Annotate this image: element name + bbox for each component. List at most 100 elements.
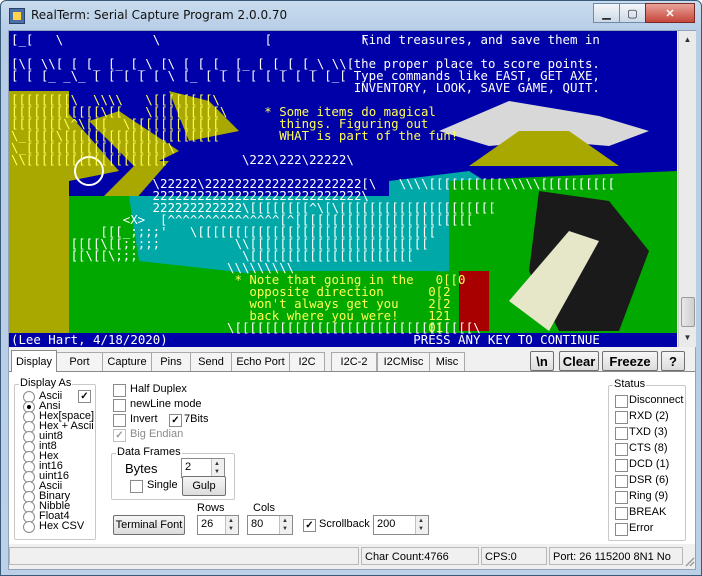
status-indicator[interactable] <box>615 507 628 520</box>
terminal-line: [ [ [_ _\_ [ [ [ [ [ \ [_ [ [ [ [ [ [ [ … <box>11 68 347 83</box>
status-indicator-label: DSR (6) <box>629 474 669 486</box>
title-bar[interactable]: RealTerm: Serial Capture Program 2.0.0.7… <box>1 1 701 29</box>
tab-i2c-2[interactable]: I2C-2 <box>331 352 377 371</box>
status-indicator[interactable] <box>615 491 628 504</box>
newline-mode-label: newLine mode <box>130 398 202 410</box>
half-duplex-checkbox[interactable] <box>113 384 126 397</box>
cols-spinner[interactable]: 80 ▲ ▼ <box>247 515 293 535</box>
gulp-button[interactable]: Gulp <box>182 476 226 496</box>
clear-button[interactable]: Clear <box>559 351 599 371</box>
cps: CPS:0 <box>481 547 547 565</box>
status-bar: Char Count:4766 CPS:0 Port: 26 115200 8N… <box>9 545 695 567</box>
tab-port[interactable]: Port <box>56 352 103 371</box>
status-indicator-label: BREAK <box>629 506 667 518</box>
newline-mode-checkbox[interactable] <box>113 399 126 412</box>
tab-i2cmisc[interactable]: I2CMisc <box>377 352 430 371</box>
close-icon: ✕ <box>665 7 675 20</box>
tab-misc[interactable]: Misc <box>429 352 465 371</box>
big-endian-label: Big Endian <box>130 428 184 440</box>
close-button[interactable]: ✕ <box>645 3 695 23</box>
tab-echo-port[interactable]: Echo Port <box>231 352 290 371</box>
app-icon <box>9 8 25 24</box>
client-area: [_[ \ \ [ \ Find treasures, and save the… <box>8 30 696 570</box>
data-frames-label: Data Frames <box>116 446 182 458</box>
big-endian-checkbox[interactable]: ✓ <box>113 429 126 442</box>
rows-label: Rows <box>197 502 225 514</box>
minimize-icon: ▁ <box>602 7 611 20</box>
invert-checkbox[interactable] <box>113 414 126 427</box>
bytes-value: 2 <box>185 461 192 473</box>
char-count: Char Count:4766 <box>361 547 479 565</box>
window: RealTerm: Serial Capture Program 2.0.0.7… <box>0 0 702 576</box>
tab-display[interactable]: Display <box>11 350 57 372</box>
display-panel: Display As ✓ Ascii Ansi Hex[space] Hex + As… <box>9 371 695 544</box>
terminal-screen[interactable]: [_[ \ \ [ \ Find treasures, and save the… <box>9 31 677 347</box>
cols-label: Cols <box>253 502 276 514</box>
spin-up-icon[interactable]: ▲ <box>418 518 424 524</box>
tab-pins[interactable]: Pins <box>151 352 191 371</box>
spin-up-icon[interactable]: ▲ <box>228 518 234 524</box>
terminal-line: INVENTORY, LOOK, SAVE GAME, QUIT. <box>353 80 600 95</box>
terminal-line: Find treasures, and save them in <box>361 32 600 47</box>
resize-grip-icon[interactable] <box>683 555 695 567</box>
status-indicator-label: Error <box>629 522 654 534</box>
status-indicator[interactable] <box>615 443 628 456</box>
status-indicator-label: DCD (1) <box>629 458 670 470</box>
minimize-button[interactable]: ▁ <box>593 3 620 23</box>
scrollback-label: Scrollback <box>319 518 370 530</box>
status-indicator[interactable] <box>615 475 628 488</box>
bytes-label: Bytes <box>125 461 158 476</box>
invert-label: Invert <box>130 413 158 425</box>
help-button[interactable]: ? <box>661 351 685 371</box>
status-indicator-label: Ring (9) <box>629 490 669 502</box>
status-indicator[interactable] <box>615 411 628 424</box>
scroll-thumb[interactable] <box>681 297 695 327</box>
tab-bar: Display Port Capture Pins Send Echo Port… <box>9 350 695 372</box>
bytes-spinner[interactable]: 2 ▲ ▼ <box>181 458 225 478</box>
maximize-icon: ▢ <box>627 7 638 20</box>
spin-up-icon[interactable]: ▲ <box>282 518 288 524</box>
spin-down-icon[interactable]: ▼ <box>418 526 424 532</box>
status-indicator-label: Disconnect <box>629 394 684 406</box>
terminal-line: WHAT is part of the fun! <box>279 128 459 143</box>
freeze-button[interactable]: Freeze <box>602 351 658 371</box>
single-label: Single <box>147 479 178 491</box>
tab-i2c[interactable]: I2C <box>289 352 325 371</box>
scroll-up-icon[interactable]: ▲ <box>680 32 695 47</box>
spin-down-icon[interactable]: ▼ <box>228 526 234 532</box>
format-radio[interactable] <box>23 521 35 533</box>
terminal-line: [_[ \ \ [ \ <box>11 32 377 47</box>
port-status: Port: 26 115200 8N1 No <box>549 547 683 565</box>
terminal-line: PRESS ANY KEY TO CONTINUE <box>413 332 600 347</box>
spin-up-icon[interactable]: ▲ <box>214 461 220 467</box>
cols-value: 80 <box>251 518 264 530</box>
spin-down-icon[interactable]: ▼ <box>214 469 220 475</box>
spin-down-icon[interactable]: ▼ <box>282 526 288 532</box>
terminal-font-button[interactable]: Terminal Font <box>113 515 185 535</box>
terminal-scrollbar[interactable]: ▲ ▼ <box>678 31 696 347</box>
scrollback-checkbox[interactable]: ✓ <box>303 519 316 532</box>
status-indicator[interactable] <box>615 427 628 440</box>
window-title: RealTerm: Serial Capture Program 2.0.0.7… <box>31 8 288 22</box>
7bits-label: 7Bits <box>184 413 209 425</box>
scroll-down-icon[interactable]: ▼ <box>680 330 695 345</box>
display-as-checkbox[interactable]: ✓ <box>78 390 91 403</box>
terminal-line: \222\222\22222\ <box>241 152 354 167</box>
status-indicator[interactable] <box>615 523 628 536</box>
rows-value: 26 <box>201 518 214 530</box>
status-indicator[interactable] <box>615 395 628 408</box>
tab-capture[interactable]: Capture <box>102 352 152 371</box>
single-checkbox[interactable] <box>130 480 143 493</box>
7bits-checkbox[interactable]: ✓ <box>169 414 182 427</box>
terminal-line: \\[[[[[[[[[[[[[[[[[[[ <box>11 152 168 167</box>
status-indicator[interactable] <box>615 459 628 472</box>
half-duplex-label: Half Duplex <box>130 383 187 395</box>
status-indicator-label: TXD (3) <box>629 426 668 438</box>
scrollback-spinner[interactable]: 200 ▲ ▼ <box>373 515 429 535</box>
tab-send[interactable]: Send <box>190 352 232 371</box>
rows-spinner[interactable]: 26 ▲ ▼ <box>197 515 239 535</box>
terminal-line: (Lee Hart, 4/18/2020) <box>11 332 168 347</box>
newline-button[interactable]: \n <box>530 351 554 371</box>
maximize-button[interactable]: ▢ <box>619 3 646 23</box>
status-group-label: Status <box>613 378 647 390</box>
